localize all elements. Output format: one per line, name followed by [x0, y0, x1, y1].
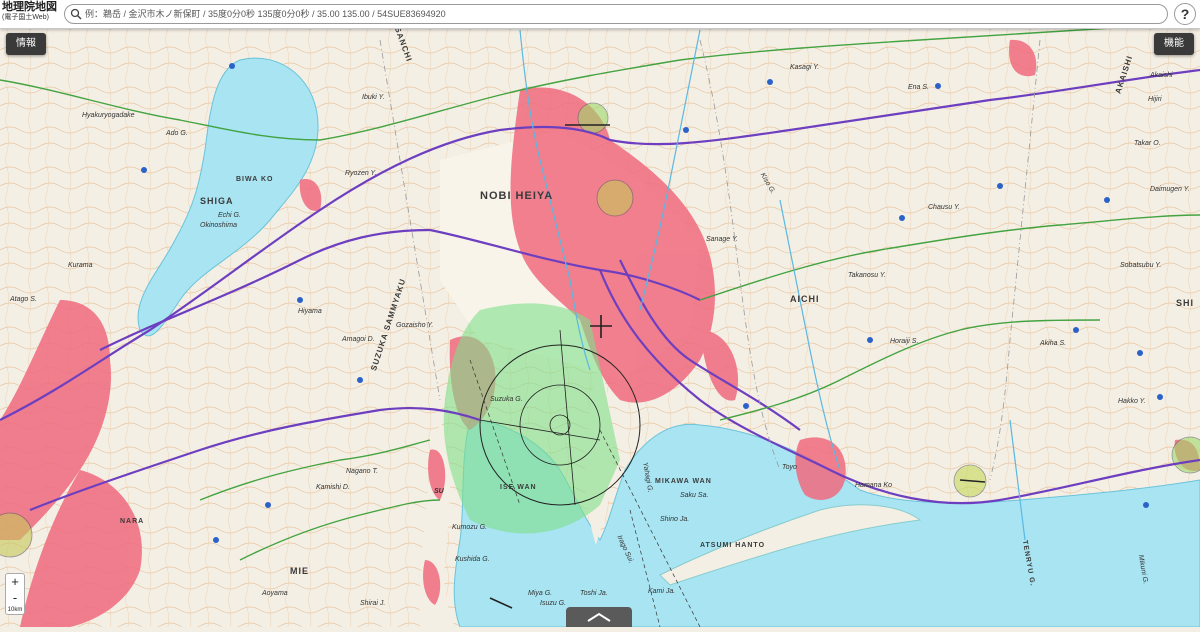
map-label-takar: Takar O. [1134, 140, 1161, 147]
map-label-ena: Ena S. [908, 84, 930, 91]
app-subtitle: (電子国土Web) [2, 14, 49, 21]
chevron-up-icon [587, 612, 611, 622]
map-label-akaishi-small: Akaishi [1150, 72, 1173, 79]
map-label-hakko: Hakko Y. [1118, 398, 1146, 405]
map-label-chausu: Chausu Y. [928, 204, 960, 211]
map-label-shi: SHI [1176, 298, 1195, 308]
map-label-tsu: SU [434, 488, 444, 495]
map-label-suzuka-g: Suzuka G. [490, 396, 523, 403]
map-label-okinoshima: Okinoshima [200, 222, 237, 229]
map-label-kamishi: Kamishi D. [316, 484, 350, 491]
map-label-amagoi: Amagoi D. [342, 336, 375, 343]
info-button[interactable]: 情報 [6, 33, 46, 55]
heliport-marker [596, 179, 634, 217]
function-button[interactable]: 機能 [1154, 33, 1194, 55]
map-label-takanosu: Takanosu Y. [848, 272, 886, 279]
map-label-nagano: Nagano T. [346, 468, 379, 475]
map-label-toshi-ja: Toshi Ja. [580, 590, 608, 597]
heliport-marker [577, 102, 609, 134]
map-label-hijiri: Hijiri [1148, 96, 1162, 103]
map-label-nobi-heiya: NOBI HEIYA [480, 190, 554, 202]
map-label-akiha: Akiha S. [1040, 340, 1067, 347]
map-label-shirai: Shirai J. [360, 600, 386, 607]
zoom-in-icon[interactable]: + [6, 574, 24, 590]
map-label-echi-g: Echi G. [218, 212, 241, 219]
map-label-biwa-ko: BIWA KO [236, 176, 274, 183]
app-logo[interactable]: 地理院地図 (電子国土Web) [2, 2, 62, 26]
map-label-kushida: Kushida G. [455, 556, 490, 563]
map-label-kami-ja: Kami Ja. [648, 588, 676, 595]
map-label-miya-g: Miya G. [528, 590, 553, 597]
app-title: 地理院地図 [2, 1, 57, 13]
map-label-hyakuryogadake: Hyakuryogadake [82, 112, 135, 119]
map-label-kumozu: Kumozu G. [452, 524, 488, 531]
search-box [64, 4, 1168, 24]
zoom-out-icon[interactable]: - [6, 590, 24, 606]
map-label-mie: MIE [290, 566, 310, 576]
map-label-sobatsubu: Sobatsubu Y. [1120, 262, 1162, 269]
map-label-hiyama: Hiyama [298, 308, 322, 315]
zoom-control: + - 10km [5, 573, 25, 615]
map-label-ise-wan: ISE WAN [500, 484, 537, 491]
map-label-ado-g: Ado G. [166, 130, 188, 137]
map-label-kurama: Kurama [68, 262, 93, 269]
search-input[interactable] [85, 6, 1155, 22]
map-label-sanage: Sanage Y. [706, 236, 738, 243]
map-label-hamana-ko: Hamana Ko [855, 482, 892, 489]
map-label-atsumi-hanto: ATSUMI HANTO [700, 542, 766, 549]
map-label-ibuki: Ibuki Y. [362, 94, 385, 101]
map-label-isuzu: Isuzu G. [540, 600, 567, 607]
map-label-mikawa-wan: MIKAWA WAN [655, 478, 712, 485]
map-label-atago: Atago S. [10, 296, 37, 303]
map-label-shino: Shino Ja. [660, 516, 690, 523]
map-label-toyo: Toyo [782, 464, 797, 471]
search-icon[interactable] [70, 8, 82, 20]
top-toolbar: 地理院地図 (電子国土Web) ? [0, 0, 1200, 29]
map-label-kasagi: Kasagi Y. [790, 64, 820, 71]
map-label-ryozen: Ryozen Y. [345, 170, 377, 177]
map-label-aoyama: Aoyama [262, 590, 288, 597]
map-label-aichi: AICHI [790, 294, 820, 304]
map-label-nara: NARA [120, 518, 145, 525]
map-label-shiga: SHIGA [200, 196, 234, 206]
help-icon[interactable]: ? [1174, 3, 1196, 25]
map-label-daimugen: Daimugen Y. [1150, 186, 1190, 193]
map-label-gozaisho: Gozaisho Y. [396, 322, 434, 329]
map-label-horaiji: Horaiji S. [890, 338, 919, 345]
map-label-saku: Saku Sa. [680, 492, 709, 499]
bottom-panel-toggle[interactable] [566, 607, 632, 627]
scale-bar-label: 10km [7, 607, 23, 613]
map-canvas[interactable] [0, 0, 1200, 627]
